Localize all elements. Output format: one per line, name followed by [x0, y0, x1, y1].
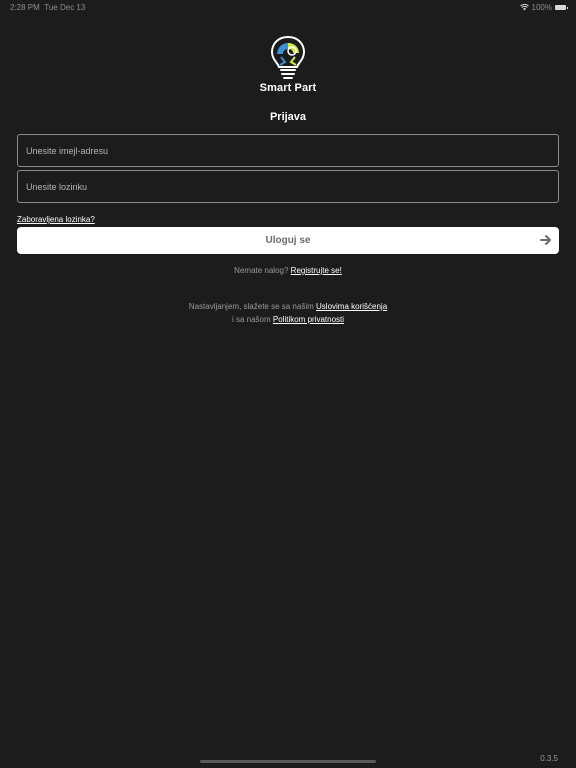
- brand-name: Smart Part: [259, 82, 317, 94]
- arrow-right-icon: [540, 235, 551, 245]
- register-link[interactable]: Registrujte se!: [291, 266, 342, 275]
- password-field-box: [17, 170, 559, 203]
- battery-icon: [555, 5, 568, 10]
- status-indicators: 100%: [519, 3, 568, 12]
- login-button-label: Uloguj se: [265, 235, 311, 246]
- page-title: Prijava: [269, 111, 307, 123]
- login-button[interactable]: Uloguj se: [17, 227, 559, 254]
- terms-row: Nastavljanjem, slažete se sa našim Uslov…: [0, 302, 576, 311]
- app-version: 0.3.5: [540, 754, 558, 763]
- register-prompt: Nemate nalog?: [234, 266, 289, 275]
- email-field[interactable]: [18, 135, 558, 166]
- forgot-password-link[interactable]: Zaboravljena lozinka?: [17, 215, 95, 224]
- password-field[interactable]: [18, 171, 558, 202]
- status-date-value: Tue Dec 13: [44, 3, 86, 12]
- wifi-icon: [519, 4, 529, 11]
- terms-of-use-link[interactable]: Uslovima korišćenja: [316, 302, 387, 311]
- terms-text: Nastavljanjem, slažete se sa našim: [188, 302, 314, 311]
- privacy-text: i sa našom: [231, 315, 271, 324]
- email-field-box: [17, 134, 559, 167]
- home-indicator: [200, 760, 376, 763]
- privacy-row: i sa našom Politikom privatnosti: [0, 315, 576, 324]
- status-time: 2:28 PM Tue Dec 13: [10, 3, 85, 12]
- status-bar: 2:28 PM Tue Dec 13 100%: [0, 0, 576, 14]
- status-time-value: 2:28 PM: [10, 3, 40, 12]
- smart-part-logo-icon: [270, 35, 306, 79]
- register-row: Nemate nalog? Registrujte se!: [0, 266, 576, 275]
- privacy-policy-link[interactable]: Politikom privatnosti: [273, 315, 344, 324]
- battery-percent: 100%: [531, 3, 552, 12]
- login-screen: 2:28 PM Tue Dec 13 100% Smart Part Prija…: [0, 0, 576, 768]
